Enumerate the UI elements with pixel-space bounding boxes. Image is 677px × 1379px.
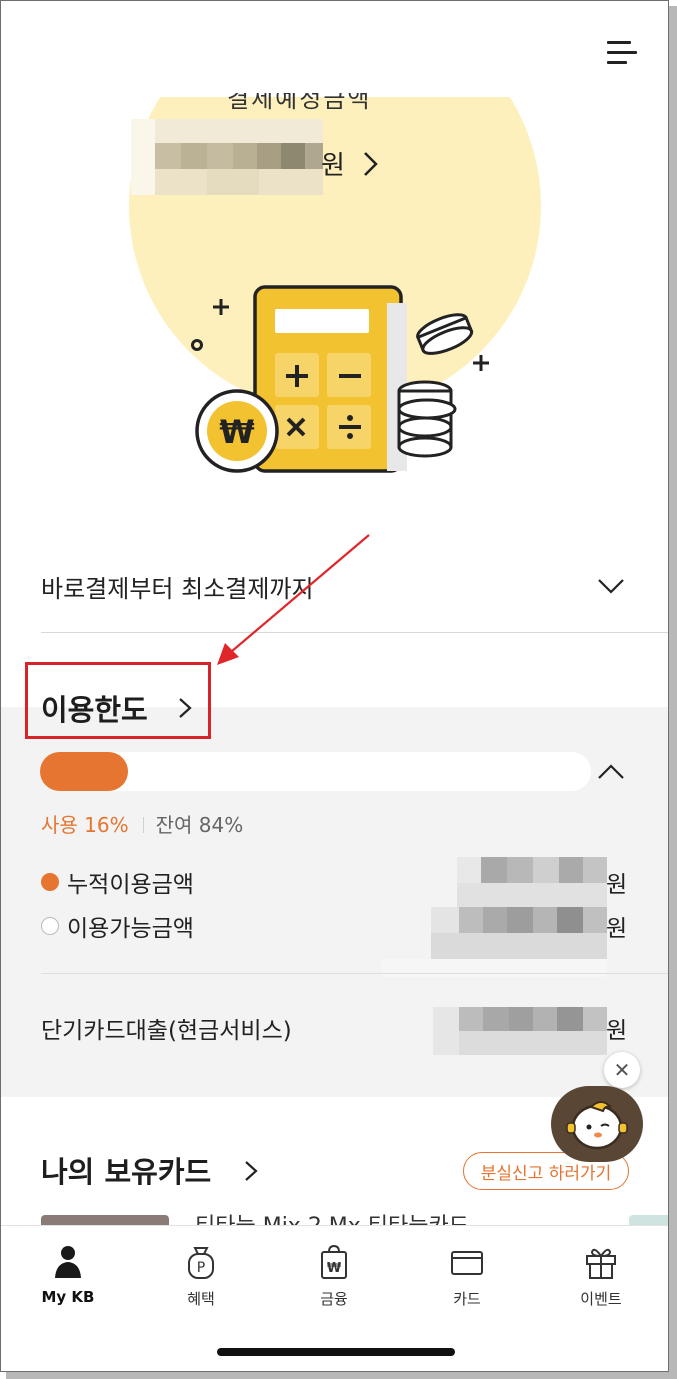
chevron-right-icon[interactable] — [243, 1159, 259, 1183]
close-icon[interactable]: ✕ — [604, 1052, 640, 1088]
usage-summary: 사용 16% 잔여 84% — [41, 809, 243, 838]
my-cards-title[interactable]: 나의 보유카드 — [41, 1149, 211, 1191]
nav-event[interactable]: 이벤트 — [541, 1244, 661, 1309]
remaining-percent: 잔여 84% — [155, 813, 244, 837]
amount-unit: 원 — [321, 151, 345, 181]
annotation-arrow — [217, 534, 370, 665]
divider — [41, 973, 668, 974]
menu-icon[interactable] — [607, 39, 637, 67]
filled-dot-icon — [41, 873, 59, 891]
limit-progress-fill — [40, 752, 128, 791]
won-unit: 원 — [606, 1018, 628, 1044]
chatbot-button[interactable] — [551, 1086, 643, 1162]
nav-label: My KB — [41, 1288, 95, 1306]
used-percent: 사용 16% — [41, 813, 129, 837]
svg-text:₩: ₩ — [327, 1261, 342, 1276]
available-amount-blurred — [381, 907, 607, 977]
won-unit: 원 — [606, 916, 628, 942]
app-screen: 결제예정금액 원 ₩ 바로결제부터 최소결제까지 이용한도 사용 16% 잔여 … — [0, 0, 669, 1372]
point-bag-icon: P — [188, 1247, 214, 1279]
hollow-dot-icon — [41, 917, 59, 935]
person-icon — [55, 1246, 81, 1278]
nav-label: 카드 — [453, 1290, 481, 1308]
divider — [41, 632, 668, 633]
nav-label: 이벤트 — [580, 1290, 622, 1308]
svg-text:P: P — [197, 1260, 205, 1276]
card-image[interactable] — [629, 1215, 668, 1225]
nav-my-kb[interactable]: My KB — [8, 1244, 128, 1306]
card-image[interactable] — [41, 1215, 169, 1225]
cash-service-label: 단기카드대출(현금서비스) — [41, 1018, 292, 1044]
cumulative-usage-row: 누적이용금액 — [41, 865, 194, 899]
cash-service-amount-blurred — [433, 1007, 607, 1055]
nav-benefits[interactable]: P 혜택 — [141, 1244, 261, 1309]
gift-icon — [586, 1248, 616, 1279]
won-bag-icon: ₩ — [321, 1244, 347, 1279]
nav-card[interactable]: 카드 — [407, 1244, 527, 1309]
won-unit: 원 — [606, 872, 628, 898]
nav-label: 금융 — [320, 1290, 348, 1308]
hero-top-mask — [1, 1, 668, 97]
available-amount-row: 이용가능금액 — [41, 909, 194, 943]
cash-service-row: 단기카드대출(현금서비스) — [41, 1011, 292, 1045]
chevron-up-icon[interactable] — [597, 763, 625, 781]
highlight-box — [25, 662, 211, 739]
nav-finance[interactable]: ₩ 금융 — [274, 1244, 394, 1309]
calculator-coins-illustration: ₩ — [191, 285, 489, 473]
separator — [142, 817, 144, 833]
cumulative-usage-label: 누적이용금액 — [67, 872, 194, 898]
payment-options-title[interactable]: 바로결제부터 최소결제까지 — [41, 569, 314, 604]
chatbot-mascot-icon — [566, 1101, 628, 1150]
svg-text:₩: ₩ — [219, 413, 254, 451]
card-name[interactable]: 티타늄 Mix 2 Mx 티타늄카드 — [195, 1213, 469, 1225]
cumulative-amount-blurred — [457, 857, 607, 907]
home-indicator — [217, 1348, 455, 1356]
card-icon — [451, 1251, 483, 1275]
nav-label: 혜택 — [187, 1290, 215, 1308]
available-amount-label: 이용가능금액 — [67, 916, 194, 942]
payment-amount-blurred — [131, 119, 323, 195]
chevron-down-icon[interactable] — [597, 577, 625, 595]
chevron-right-icon[interactable] — [361, 150, 381, 178]
